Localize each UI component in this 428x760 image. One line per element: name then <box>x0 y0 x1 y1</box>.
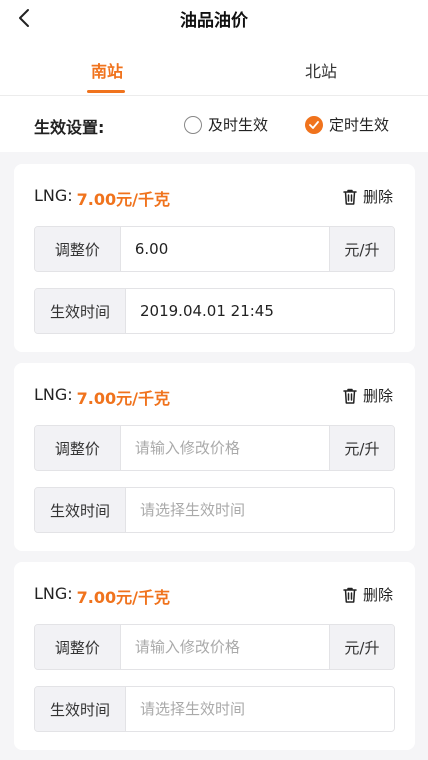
fuel-type: LNG: <box>34 186 73 205</box>
effect-time-label: 生效时间 <box>35 289 126 333</box>
delete-label: 删除 <box>362 586 393 604</box>
adjust-price-input[interactable] <box>120 625 329 669</box>
effect-time-label: 生效时间 <box>35 687 126 731</box>
adjust-price-input[interactable] <box>120 227 329 271</box>
price-unit: 元/升 <box>328 625 394 669</box>
top-bar: 油品油价 <box>0 0 428 38</box>
trash-icon <box>343 189 357 205</box>
fuel-type: LNG: <box>34 385 73 404</box>
active-tab-indicator <box>87 90 125 93</box>
delete-label: 删除 <box>362 188 393 206</box>
effect-time-input[interactable] <box>126 687 394 731</box>
delete-button[interactable]: 删除 <box>343 385 393 406</box>
adjust-price-label: 调整价 <box>35 625 121 669</box>
effect-time-field: 生效时间 <box>34 288 395 334</box>
tab-south-station[interactable]: 南站 <box>67 58 147 82</box>
adjust-price-field: 调整价 元/升 <box>34 425 395 471</box>
price-unit: 元/升 <box>328 426 394 470</box>
current-price: 7.00元/千克 <box>76 190 170 209</box>
trash-icon <box>343 388 357 404</box>
current-price: 7.00元/千克 <box>76 389 170 408</box>
radio-immediate-label: 及时生效 <box>208 116 269 134</box>
price-card: LNG: 7.00元/千克 删除 调整价 元/升 生效时间 <box>14 363 415 551</box>
radio-checked-icon <box>305 115 323 134</box>
current-price: 7.00元/千克 <box>76 588 170 607</box>
delete-label: 删除 <box>362 387 393 405</box>
adjust-price-input[interactable] <box>120 426 329 470</box>
adjust-price-field: 调整价 元/升 <box>34 226 395 272</box>
radio-scheduled-effect[interactable]: 定时生效 <box>305 114 389 135</box>
card-header: LNG: 7.00元/千克 <box>34 385 170 409</box>
radio-immediate-effect[interactable]: 及时生效 <box>184 114 268 135</box>
effect-time-label: 生效时间 <box>35 488 126 532</box>
price-card: LNG: 7.00元/千克 删除 调整价 元/升 生效时间 <box>14 164 415 352</box>
page-title: 油品油价 <box>180 11 248 31</box>
tab-north-station[interactable]: 北站 <box>281 58 361 82</box>
adjust-price-label: 调整价 <box>35 227 121 271</box>
effect-time-field: 生效时间 <box>34 487 395 533</box>
delete-button[interactable]: 删除 <box>343 186 393 207</box>
delete-button[interactable]: 删除 <box>343 584 393 605</box>
radio-scheduled-label: 定时生效 <box>329 116 390 134</box>
price-card: LNG: 7.00元/千克 删除 调整价 元/升 生效时间 <box>14 562 415 750</box>
effect-time-input[interactable] <box>126 488 394 532</box>
checkmark-icon <box>309 120 319 129</box>
adjust-price-label: 调整价 <box>35 426 121 470</box>
price-unit: 元/升 <box>328 227 394 271</box>
effect-setting-row: 生效设置: 及时生效 定时生效 <box>0 96 428 152</box>
trash-icon <box>343 587 357 603</box>
effect-setting-label: 生效设置: <box>34 118 105 137</box>
adjust-price-field: 调整价 元/升 <box>34 624 395 670</box>
fuel-type: LNG: <box>34 584 73 603</box>
card-header: LNG: 7.00元/千克 <box>34 186 170 210</box>
effect-time-input[interactable] <box>126 289 394 333</box>
station-tabs: 南站 北站 <box>0 38 428 96</box>
card-header: LNG: 7.00元/千克 <box>34 584 170 608</box>
effect-time-field: 生效时间 <box>34 686 395 732</box>
radio-unchecked-icon <box>184 115 202 134</box>
